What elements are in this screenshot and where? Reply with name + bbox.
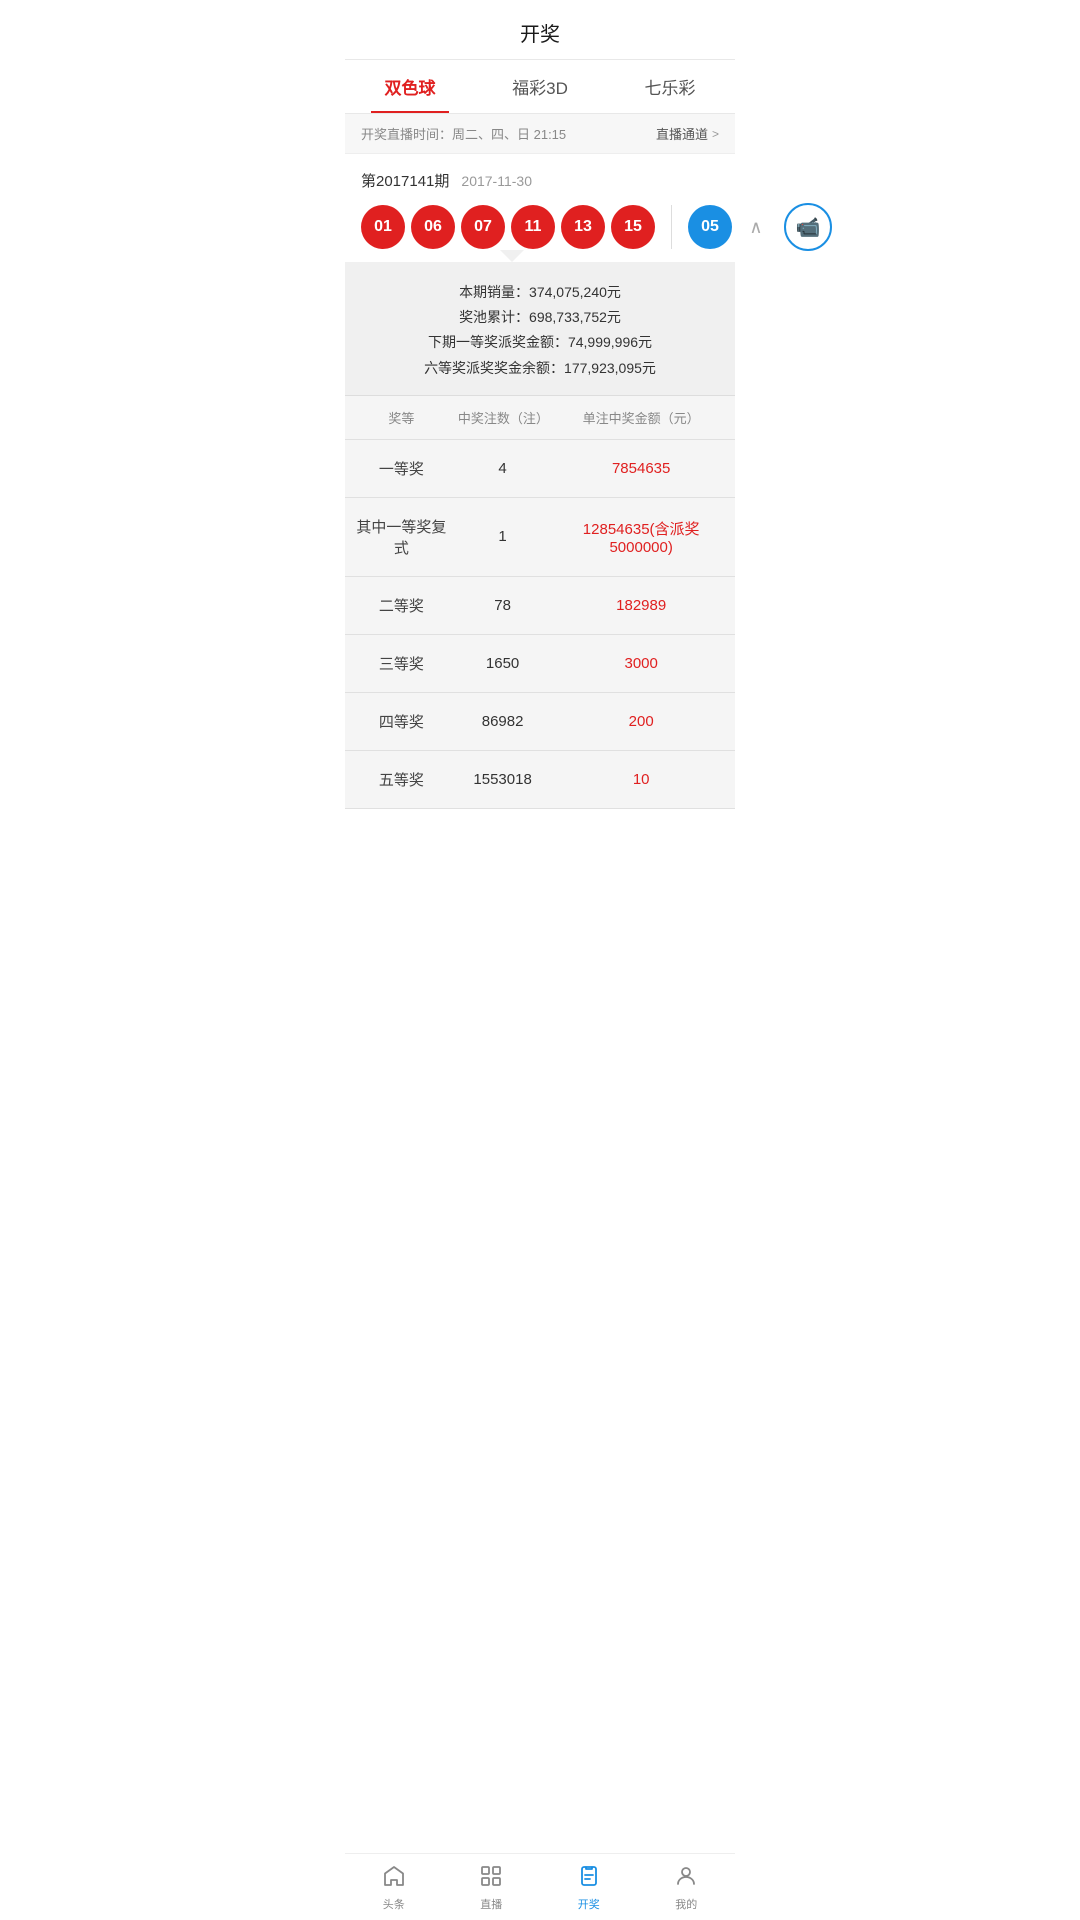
nav-item-live[interactable]: 直播 bbox=[443, 1854, 541, 1920]
prize-count-cell: 1553018 bbox=[458, 750, 548, 808]
red-ball-4: 11 bbox=[511, 205, 555, 249]
tab-qilecai[interactable]: 七乐彩 bbox=[605, 60, 735, 113]
prize-amount-cell: 200 bbox=[547, 692, 735, 750]
balls-divider bbox=[671, 205, 672, 249]
prize-name-cell: 四等奖 bbox=[345, 692, 458, 750]
nav-label-live: 直播 bbox=[480, 1896, 502, 1912]
prize-count-cell: 1650 bbox=[458, 634, 548, 692]
prize-count-cell: 78 bbox=[458, 576, 548, 634]
page-header: 开奖 bbox=[345, 0, 735, 60]
prize-count-cell: 4 bbox=[458, 439, 548, 497]
tab-bar: 双色球 福彩3D 七乐彩 bbox=[345, 60, 735, 114]
prize-name-cell: 一等奖 bbox=[345, 439, 458, 497]
prize-amount-cell: 12854635(含派奖5000000) bbox=[547, 497, 735, 576]
draw-section: 第2017141期 2017-11-30 01 06 07 11 13 15 bbox=[345, 154, 735, 251]
stat-line-2: 奖池累计：698,733,752元 bbox=[361, 305, 719, 330]
table-row: 一等奖47854635 bbox=[345, 439, 735, 497]
nav-item-mine[interactable]: 我的 bbox=[638, 1854, 736, 1920]
stat-line-4: 六等奖派奖奖金余额：177,923,095元 bbox=[361, 356, 719, 381]
blue-ball: 05 bbox=[688, 205, 732, 249]
details-panel: 本期销量：374,075,240元 奖池累计：698,733,752元 下期一等… bbox=[345, 251, 735, 809]
nav-item-lottery[interactable]: 开奖 bbox=[540, 1854, 638, 1920]
col-header-count: 中奖注数（注） bbox=[458, 396, 548, 440]
balls-container: 01 06 07 11 13 15 05 bbox=[361, 205, 732, 249]
table-row: 三等奖16503000 bbox=[345, 634, 735, 692]
col-header-amount: 单注中奖金额（元） bbox=[547, 396, 735, 440]
draw-date: 2017-11-30 bbox=[461, 173, 532, 189]
grid-icon bbox=[479, 1864, 503, 1892]
prize-name-cell: 五等奖 bbox=[345, 750, 458, 808]
prize-table: 奖等 中奖注数（注） 单注中奖金额（元） 一等奖47854635其中一等奖复式1… bbox=[345, 396, 735, 809]
red-ball-5: 13 bbox=[561, 205, 605, 249]
table-row: 五等奖155301810 bbox=[345, 750, 735, 808]
prize-amount-cell: 3000 bbox=[547, 634, 735, 692]
prize-amount-cell: 182989 bbox=[547, 576, 735, 634]
nav-label-lottery: 开奖 bbox=[578, 1896, 600, 1912]
draw-issue: 第2017141期 bbox=[361, 170, 449, 191]
channel-link[interactable]: 直播通道 > bbox=[656, 124, 719, 143]
prize-name-cell: 二等奖 bbox=[345, 576, 458, 634]
collapse-button[interactable]: ∧ bbox=[740, 211, 772, 243]
chevron-right-icon: > bbox=[712, 127, 719, 141]
stat-line-3: 下期一等奖派奖金额：74,999,996元 bbox=[361, 330, 719, 355]
prize-count-cell: 1 bbox=[458, 497, 548, 576]
prize-count-cell: 86982 bbox=[458, 692, 548, 750]
prize-name-cell: 其中一等奖复式 bbox=[345, 497, 458, 576]
nav-label-headlines: 头条 bbox=[383, 1896, 405, 1912]
video-camera-icon: 📹 bbox=[796, 215, 821, 240]
tab-shuangseqiu[interactable]: 双色球 bbox=[345, 60, 475, 113]
table-row: 其中一等奖复式112854635(含派奖5000000) bbox=[345, 497, 735, 576]
live-bar: 开奖直播时间：周二、四、日 21:15 直播通道 > bbox=[345, 114, 735, 154]
table-row: 二等奖78182989 bbox=[345, 576, 735, 634]
prize-name-cell: 三等奖 bbox=[345, 634, 458, 692]
chevron-up-icon: ∧ bbox=[749, 217, 762, 238]
home-icon bbox=[382, 1864, 406, 1892]
schedule-label: 开奖直播时间：周二、四、日 21:15 bbox=[361, 124, 566, 143]
prize-amount-cell: 7854635 bbox=[547, 439, 735, 497]
nav-label-mine: 我的 bbox=[675, 1896, 697, 1912]
bottom-nav: 头条 直播 开奖 bbox=[345, 1853, 735, 1920]
red-ball-1: 01 bbox=[361, 205, 405, 249]
table-row: 四等奖86982200 bbox=[345, 692, 735, 750]
draw-balls-row: 01 06 07 11 13 15 05 ∧ bbox=[361, 203, 719, 251]
video-button[interactable]: 📹 bbox=[784, 203, 832, 251]
nav-item-headlines[interactable]: 头条 bbox=[345, 1854, 443, 1920]
stat-line-1: 本期销量：374,075,240元 bbox=[361, 280, 719, 305]
draw-meta: 第2017141期 2017-11-30 bbox=[361, 170, 719, 191]
red-ball-2: 06 bbox=[411, 205, 455, 249]
prize-amount-cell: 10 bbox=[547, 750, 735, 808]
red-ball-3: 07 bbox=[461, 205, 505, 249]
red-ball-6: 15 bbox=[611, 205, 655, 249]
page-title: 开奖 bbox=[520, 24, 560, 46]
clipboard-icon bbox=[577, 1864, 601, 1892]
col-header-prize-name: 奖等 bbox=[345, 396, 458, 440]
tab-fucai3d[interactable]: 福彩3D bbox=[475, 60, 605, 113]
stats-block: 本期销量：374,075,240元 奖池累计：698,733,752元 下期一等… bbox=[345, 262, 735, 396]
person-icon bbox=[674, 1864, 698, 1892]
draw-controls: ∧ 📹 bbox=[740, 203, 832, 251]
